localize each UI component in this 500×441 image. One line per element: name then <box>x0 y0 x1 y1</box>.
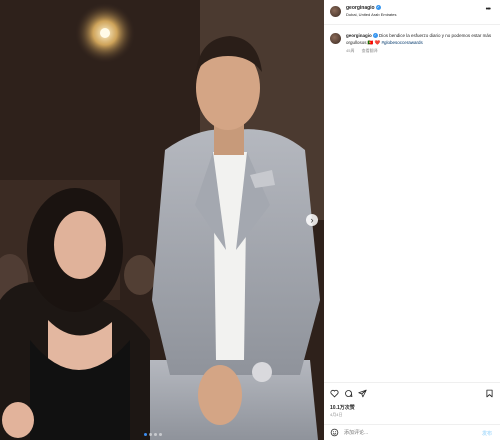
carousel-dot-active <box>144 433 147 436</box>
caption-username[interactable]: georginagio <box>346 33 372 38</box>
comment-icon[interactable] <box>344 389 353 398</box>
post-caption: georginagio ✓ Dios bendice la esfuerzo di… <box>346 32 492 46</box>
post-comment-button[interactable]: 发布 <box>482 430 492 437</box>
carousel-dot <box>159 433 162 436</box>
post-image[interactable]: › <box>0 0 324 440</box>
more-horizontal-icon[interactable]: ••• <box>486 6 491 13</box>
translate-link[interactable]: 查看翻译 <box>362 48 378 53</box>
post-location[interactable]: Dubai, United Arab Emirates <box>346 12 396 17</box>
heart-icon[interactable] <box>330 389 339 398</box>
action-bar <box>324 382 500 403</box>
caption-time-ago: 45周 <box>346 48 355 53</box>
comment-bar: 发布 <box>324 424 500 441</box>
header-username[interactable]: georginagio ✓ <box>346 5 381 11</box>
carousel-dot <box>149 433 152 436</box>
post-header: georginagio ✓ Dubai, United Arab Emirates… <box>324 0 500 25</box>
verified-badge-icon: ✓ <box>375 5 381 11</box>
post-photo-illustration <box>0 0 324 440</box>
caption-hashtag[interactable]: #globesoccerawards <box>381 40 422 45</box>
post-date: 4月4日 <box>330 412 343 417</box>
bookmark-icon[interactable] <box>485 389 494 398</box>
chevron-right-icon: › <box>310 215 314 225</box>
carousel-next-button[interactable]: › <box>306 214 318 226</box>
comment-input[interactable] <box>344 428 464 438</box>
smiley-icon[interactable] <box>330 428 339 437</box>
caption-meta: 45周 查看翻译 <box>346 48 384 54</box>
avatar[interactable] <box>330 6 341 17</box>
carousel-dot <box>154 433 157 436</box>
carousel-indicator <box>144 433 162 436</box>
likes-count[interactable]: 10.1万次赞 <box>330 404 355 411</box>
send-icon[interactable] <box>358 389 367 398</box>
verified-badge-icon: ✓ <box>372 33 378 39</box>
post-side-panel: georginagio ✓ Dubai, United Arab Emirates… <box>324 0 500 440</box>
header-username-text[interactable]: georginagio <box>346 5 375 11</box>
caption-avatar[interactable] <box>330 33 341 44</box>
